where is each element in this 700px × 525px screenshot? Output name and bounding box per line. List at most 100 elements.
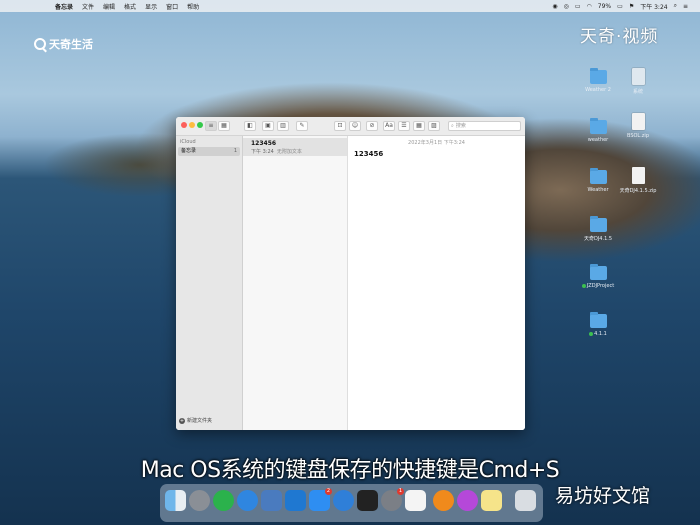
finder-icon[interactable] bbox=[165, 490, 186, 511]
badge: 2 bbox=[325, 488, 332, 495]
menu-clock[interactable]: 下午 3:24 bbox=[640, 2, 667, 11]
xcode-icon[interactable] bbox=[261, 490, 282, 511]
desktop-icon-folder[interactable]: 4.1.1 bbox=[576, 312, 620, 337]
checklist-icon[interactable]: ☰ bbox=[398, 121, 410, 131]
folder-icon bbox=[589, 118, 607, 134]
folder-icon bbox=[589, 264, 607, 280]
close-window-button[interactable] bbox=[181, 122, 187, 128]
battery-icon[interactable]: ▭ bbox=[617, 3, 623, 10]
menu-app-name[interactable]: 备忘录 bbox=[55, 2, 73, 11]
media-icon[interactable]: ▨ bbox=[428, 121, 440, 131]
firefox-dev-icon[interactable] bbox=[457, 490, 478, 511]
green-tag-icon bbox=[589, 331, 594, 336]
appstore-icon[interactable]: 2 bbox=[309, 488, 332, 511]
folder-icon bbox=[589, 312, 607, 328]
sidebar-item-notes[interactable]: 备忘录 1 bbox=[178, 147, 240, 156]
wechat-icon[interactable] bbox=[213, 490, 234, 511]
sidebar-section-icloud: iCloud bbox=[180, 139, 196, 145]
drive-icon bbox=[631, 68, 645, 85]
gallery-view-icon[interactable]: ▦ bbox=[218, 121, 230, 131]
menu-help[interactable]: 帮助 bbox=[187, 2, 199, 11]
folder-icon bbox=[589, 68, 607, 84]
desktop-icon-zip[interactable]: BSOL.zip bbox=[616, 113, 660, 139]
search-placeholder: 搜索 bbox=[455, 123, 466, 129]
record-icon[interactable]: ◉ bbox=[552, 3, 557, 10]
menu-view[interactable]: 显示 bbox=[145, 2, 157, 11]
notes-toolbar: ≡ ▦ ◧ ▣ ▥ ✎ ⊡ ☺ ⊘ Aa ☰ ▦ ▨ ⌕ 搜索 bbox=[176, 117, 525, 136]
desktop-icon-label: 4.1.1 bbox=[594, 331, 607, 337]
desktop-icon-label: 天奇DJ4.1.5 bbox=[583, 236, 613, 242]
desktop-icon-label: BSOL.zip bbox=[626, 133, 649, 139]
note-time: 下午 3:24 bbox=[251, 149, 274, 155]
desktop-icon-label: weather bbox=[587, 137, 609, 143]
desktop-icon-folder[interactable]: Weather bbox=[576, 168, 620, 193]
sidebar-folder-count: 1 bbox=[233, 148, 237, 154]
folders-sidebar: iCloud 备忘录 1 + 新建文件夹 bbox=[176, 136, 243, 430]
watermark-left-text: 天奇生活 bbox=[49, 38, 93, 51]
note-date-header: 2022年3月1日 下午3:24 bbox=[408, 140, 465, 146]
control-center-icon[interactable]: ≡ bbox=[683, 3, 688, 10]
desktop-icon-label: Weather bbox=[587, 187, 609, 193]
wechat-status-icon[interactable]: ◎ bbox=[564, 3, 569, 10]
note-title: 123456 bbox=[251, 140, 277, 147]
zip-file-icon bbox=[631, 167, 645, 184]
safari-icon[interactable] bbox=[237, 490, 258, 511]
desktop-icon-folder[interactable]: JZDJProject bbox=[576, 264, 620, 289]
text-format-icon[interactable]: Aa bbox=[383, 121, 395, 131]
menu-bar: 备忘录 文件 编辑 格式 显示 窗口 帮助 ◉ ◎ ▭ ◠ 79% ▭ ⚑ 下午… bbox=[0, 0, 700, 12]
firefox-icon[interactable] bbox=[433, 490, 454, 511]
new-folder-label: 新建文件夹 bbox=[187, 418, 213, 424]
delete-icon[interactable]: ▥ bbox=[277, 121, 289, 131]
desktop-icon-folder[interactable]: weather bbox=[576, 118, 620, 143]
system-preferences-icon[interactable]: 1 bbox=[381, 488, 404, 511]
compose-icon[interactable]: ✎ bbox=[296, 121, 308, 131]
menu-edit[interactable]: 编辑 bbox=[103, 2, 115, 11]
watermark-logo-right: 天奇·视频 bbox=[580, 27, 659, 47]
table-icon[interactable]: ▦ bbox=[413, 121, 425, 131]
sidebar-toggle-icon[interactable]: ◧ bbox=[244, 121, 256, 131]
new-folder-button[interactable]: + 新建文件夹 bbox=[179, 417, 212, 424]
desktop-icon-label: Weather 2 bbox=[585, 87, 611, 93]
flag-icon[interactable]: ⚑ bbox=[629, 3, 634, 10]
files-icon[interactable] bbox=[285, 490, 306, 511]
note-list: 123456 下午 3:24 无附加文本 bbox=[243, 136, 348, 430]
lock-icon[interactable]: ⊡ bbox=[334, 121, 346, 131]
link-icon[interactable]: ⊘ bbox=[366, 121, 378, 131]
upload-icon[interactable] bbox=[333, 490, 354, 511]
menu-format[interactable]: 格式 bbox=[124, 2, 136, 11]
display-icon[interactable]: ▭ bbox=[575, 3, 581, 10]
attachments-icon[interactable]: ▣ bbox=[262, 121, 274, 131]
zoom-window-button[interactable] bbox=[197, 122, 203, 128]
add-people-icon[interactable]: ☺ bbox=[349, 121, 361, 131]
badge: 1 bbox=[397, 488, 404, 495]
terminal-icon[interactable] bbox=[357, 490, 378, 511]
menu-file[interactable]: 文件 bbox=[82, 2, 94, 11]
list-item[interactable]: 123456 下午 3:24 无附加文本 bbox=[243, 138, 347, 156]
search-icon[interactable]: ⌕ bbox=[674, 2, 677, 10]
desktop-icon-drive[interactable]: 系统 bbox=[616, 68, 660, 95]
minimize-window-button[interactable] bbox=[189, 122, 195, 128]
folder-icon bbox=[589, 168, 607, 184]
folder-icon bbox=[589, 216, 607, 232]
watermark-logo-left: 天奇生活 bbox=[34, 36, 93, 52]
green-tag-icon bbox=[581, 283, 586, 288]
note-body[interactable]: 123456 bbox=[354, 150, 383, 158]
list-view-icon[interactable]: ≡ bbox=[205, 121, 217, 131]
wifi-icon[interactable]: ◠ bbox=[587, 3, 592, 10]
desktop-icon-folder[interactable]: Weather 2 bbox=[576, 68, 620, 93]
note-editor[interactable]: 2022年3月1日 下午3:24 123456 bbox=[348, 136, 525, 430]
desktop-icon-label: 天奇DJ4.1.5.zip bbox=[619, 188, 657, 194]
qq-icon[interactable] bbox=[405, 490, 426, 511]
zip-file-icon bbox=[631, 113, 645, 130]
launchpad-icon[interactable] bbox=[189, 490, 210, 511]
battery-percent[interactable]: 79% bbox=[598, 3, 611, 10]
trash-icon[interactable] bbox=[515, 490, 536, 511]
notes-icon[interactable] bbox=[481, 490, 502, 511]
watermark-bottom: 易坊好文馆 bbox=[555, 485, 651, 507]
search-field[interactable]: ⌕ 搜索 bbox=[448, 121, 521, 131]
desktop-icon-folder[interactable]: 天奇DJ4.1.5 bbox=[576, 216, 620, 242]
status-area: ◉ ◎ ▭ ◠ 79% ▭ ⚑ 下午 3:24 ⌕ ≡ bbox=[552, 0, 688, 12]
menu-window[interactable]: 窗口 bbox=[166, 2, 178, 11]
desktop-icon-zip[interactable]: 天奇DJ4.1.5.zip bbox=[616, 167, 660, 194]
plus-icon: + bbox=[179, 417, 185, 424]
